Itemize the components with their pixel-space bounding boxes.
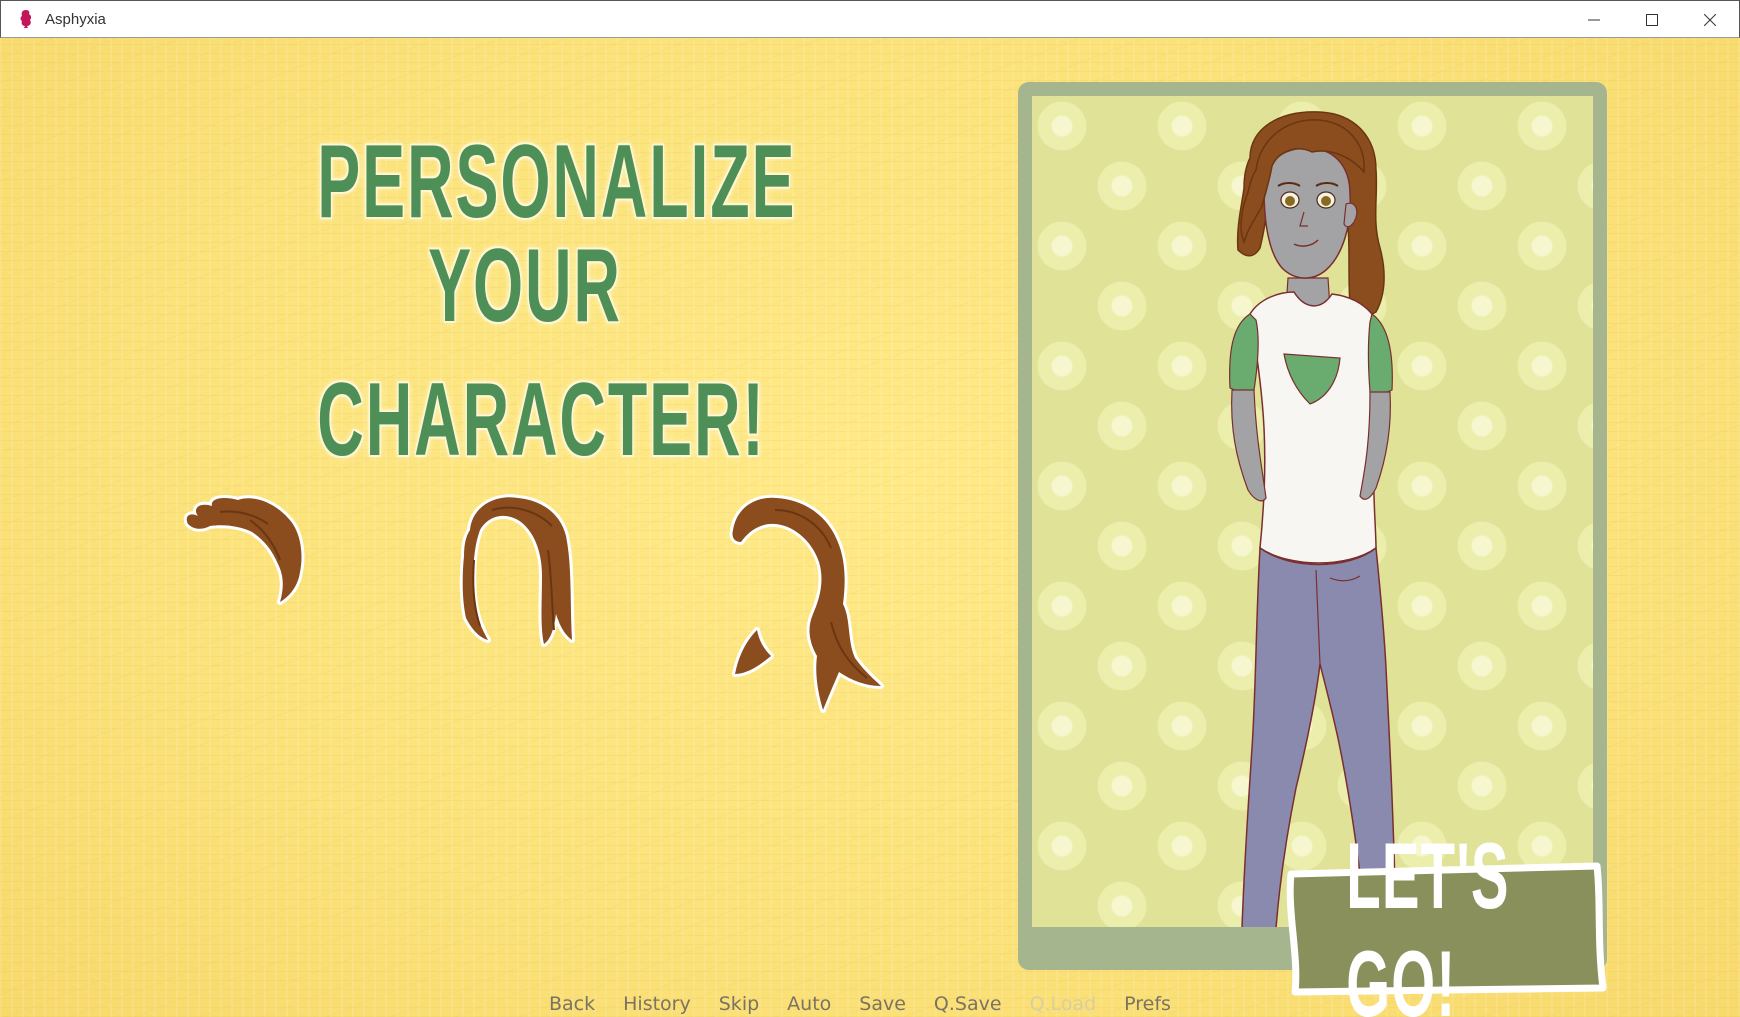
minimize-button[interactable]: [1565, 1, 1623, 39]
hair-option-short[interactable]: [180, 490, 310, 608]
ponytail-hair-icon: [729, 494, 884, 713]
minimize-icon: [1588, 19, 1600, 21]
maximize-button[interactable]: [1623, 1, 1681, 39]
long-hair-icon: [459, 494, 575, 647]
close-icon: [1704, 14, 1716, 26]
window-titlebar: Asphyxia: [0, 0, 1740, 38]
lets-go-button[interactable]: LET'S GO!: [1281, 823, 1607, 1017]
character-portrait: [1229, 111, 1397, 927]
page-title-line-2: character!: [317, 362, 766, 478]
quick-menu-auto[interactable]: Auto: [787, 993, 831, 1015]
quick-menu-prefs[interactable]: Prefs: [1124, 993, 1171, 1015]
page-title: Personalize your character!: [190, 130, 860, 472]
lets-go-label: LET'S GO!: [1346, 823, 1510, 1017]
short-hair-icon: [183, 495, 305, 605]
quick-menu: Back History Skip Auto Save Q.Save Q.Loa…: [549, 991, 1171, 1017]
app-logo-icon: [11, 0, 41, 38]
window-title: Asphyxia: [45, 10, 106, 28]
window-controls: [1565, 1, 1739, 39]
quick-menu-quick-load: Q.Load: [1029, 993, 1097, 1015]
quick-menu-back[interactable]: Back: [549, 993, 595, 1015]
quick-menu-history[interactable]: History: [623, 993, 691, 1015]
quick-menu-skip[interactable]: Skip: [719, 993, 759, 1015]
hair-option-ponytail[interactable]: [727, 490, 887, 713]
hair-option-long[interactable]: [452, 490, 580, 648]
character-portrait-background: [1032, 96, 1593, 927]
maximize-icon: [1646, 14, 1658, 26]
close-button[interactable]: [1681, 1, 1739, 39]
quick-menu-quick-save[interactable]: Q.Save: [934, 993, 1002, 1015]
page-title-line-1: Personalize your: [317, 124, 797, 344]
game-viewport: Personalize your character!: [0, 38, 1740, 1017]
quick-menu-save[interactable]: Save: [859, 993, 906, 1015]
